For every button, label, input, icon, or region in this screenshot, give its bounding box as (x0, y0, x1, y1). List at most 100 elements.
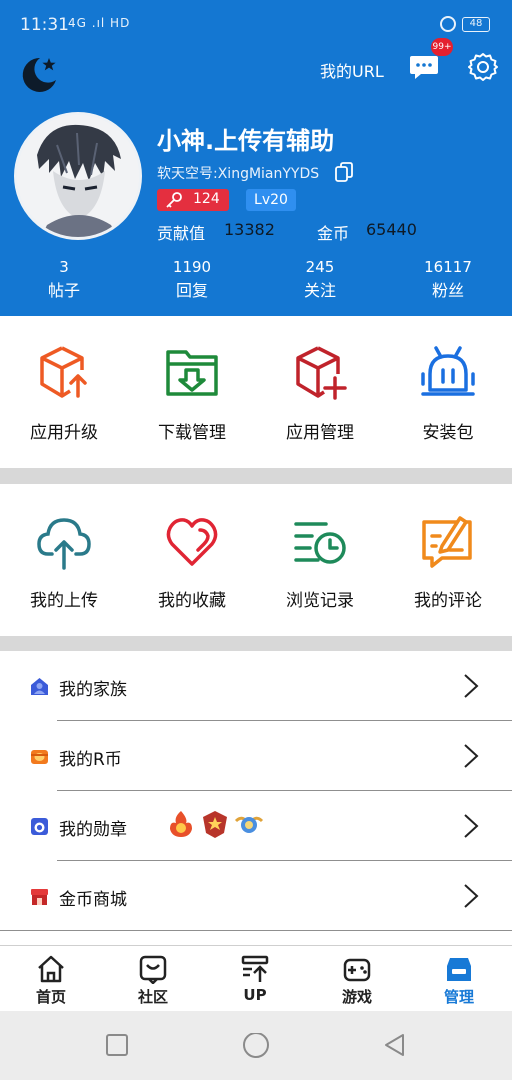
coin-value: 65440 (366, 220, 417, 239)
list-item-label: 我的勋章 (59, 820, 127, 840)
nav-label: 游戏 (341, 988, 372, 1006)
stat-followers[interactable]: 16117 粉丝 (408, 257, 488, 303)
list-item-medals[interactable]: 我的勋章 (0, 791, 512, 861)
nav-up[interactable]: UP (204, 946, 306, 1012)
comment-edit-icon (422, 516, 472, 568)
stat-label: 粉丝 (431, 281, 464, 300)
nav-label: 首页 (35, 988, 66, 1006)
stat-following[interactable]: 245 关注 (280, 257, 360, 303)
stat-label: 关注 (303, 281, 336, 300)
stat-value: 3 (59, 258, 69, 276)
tile-label: 应用升级 (30, 423, 98, 443)
chevron-right-icon (464, 744, 479, 768)
box-upgrade-icon (40, 346, 87, 398)
download-manager-tile[interactable]: 下载管理 (128, 316, 256, 466)
chevron-right-icon (464, 814, 479, 838)
android-icon (421, 346, 475, 396)
contribution-value: 13382 (224, 220, 275, 239)
stat-replies[interactable]: 1190 回复 (152, 257, 232, 303)
app-tools-grid: 应用升级 下载管理 应用管理 安装包 (0, 316, 512, 466)
nav-label: UP (243, 986, 267, 1004)
cloud-upload-icon (37, 518, 91, 570)
contribution-label: 贡献值 (157, 224, 206, 243)
nav-community[interactable]: 社区 (102, 946, 204, 1012)
tile-label: 我的评论 (414, 591, 482, 611)
install-package-tile[interactable]: 安装包 (384, 316, 512, 466)
nav-games[interactable]: 游戏 (306, 946, 408, 1012)
chevron-right-icon (464, 674, 479, 698)
key-icon (166, 192, 182, 208)
level-badge: Lv20 (246, 189, 296, 211)
tile-label: 下载管理 (158, 423, 226, 443)
my-activity-grid: 我的上传 我的收藏 浏览记录 我的评论 (0, 484, 512, 636)
community-icon (139, 955, 167, 984)
manage-icon (447, 958, 471, 981)
my-url-link[interactable]: 我的URL (320, 58, 384, 82)
medal-icon (31, 818, 48, 835)
flame-medal-icon (170, 811, 192, 837)
tile-label: 应用管理 (286, 423, 354, 443)
copy-icon[interactable] (335, 162, 353, 182)
wing-medal-icon (234, 816, 264, 833)
bottom-navigation: 首页 社区 UP 游戏 管理 (0, 945, 512, 1011)
row-divider (0, 930, 512, 931)
history-icon (294, 522, 346, 564)
nav-manage[interactable]: 管理 (408, 946, 510, 1012)
nav-label: 社区 (137, 988, 168, 1006)
user-account-id: 软天空号:XingMianYYDS (157, 166, 320, 182)
nav-label: 管理 (443, 988, 474, 1006)
coin-label: 金币 (317, 224, 350, 243)
heart-icon (166, 518, 218, 566)
app-upgrade-tile[interactable]: 应用升级 (0, 316, 128, 466)
back-icon[interactable] (383, 1033, 407, 1057)
list-item-family[interactable]: 我的家族 (0, 651, 512, 721)
user-name: 小神.上传有辅助 (157, 127, 335, 155)
stat-label: 回复 (175, 281, 208, 300)
message-icon[interactable] (408, 52, 440, 82)
avatar[interactable] (14, 112, 142, 240)
key-count-badge: 124 (157, 189, 229, 211)
my-favorites-tile[interactable]: 我的收藏 (128, 484, 256, 634)
nav-home[interactable]: 首页 (0, 946, 102, 1012)
gamepad-icon (343, 958, 371, 982)
chevron-right-icon (464, 884, 479, 908)
system-navigation-bar (0, 1011, 512, 1080)
message-count-badge: 99+ (431, 38, 453, 56)
my-uploads-tile[interactable]: 我的上传 (0, 484, 128, 634)
section-divider (0, 636, 512, 651)
list-item-label: 我的家族 (59, 680, 127, 700)
profile-header: 11:31 4G .ıl HD 48 我的URL 99+ 小神.上传有辅助 软天… (0, 0, 512, 316)
crest-medal-icon (203, 811, 227, 838)
list-item-label: 金币商城 (59, 890, 127, 910)
stat-value: 1190 (172, 258, 212, 276)
tile-label: 我的收藏 (158, 591, 226, 611)
profile-stats: 3 帖子 1190 回复 245 关注 16117 粉丝 (0, 257, 512, 307)
night-mode-icon[interactable] (16, 52, 60, 96)
stat-value: 245 (305, 258, 335, 276)
home-circle-icon[interactable] (242, 1033, 270, 1061)
download-folder-icon (166, 350, 218, 396)
app-manager-tile[interactable]: 应用管理 (256, 316, 384, 466)
browse-history-tile[interactable]: 浏览记录 (256, 484, 384, 634)
my-comments-tile[interactable]: 我的评论 (384, 484, 512, 634)
key-count: 124 (193, 191, 220, 207)
settings-gear-icon[interactable] (468, 52, 498, 82)
lock-icon (440, 16, 456, 32)
family-icon (31, 678, 48, 695)
tile-label: 安装包 (422, 423, 474, 443)
recent-apps-icon[interactable] (105, 1033, 129, 1057)
stat-posts[interactable]: 3 帖子 (24, 257, 104, 303)
box-add-icon (296, 346, 347, 400)
list-item-coin-shop[interactable]: 金币商城 (0, 861, 512, 931)
status-time: 11:31 (20, 15, 69, 35)
stat-label: 帖子 (47, 281, 80, 300)
tile-label: 我的上传 (30, 591, 98, 611)
battery-indicator: 48 (462, 17, 490, 32)
shop-icon (31, 889, 48, 905)
stat-value: 16117 (424, 258, 472, 276)
avatar-anime-figure (17, 115, 139, 237)
tile-label: 浏览记录 (286, 591, 354, 611)
list-item-label: 我的R币 (59, 750, 122, 770)
list-item-rcoin[interactable]: 我的R币 (0, 721, 512, 791)
rcoin-icon (31, 750, 48, 764)
